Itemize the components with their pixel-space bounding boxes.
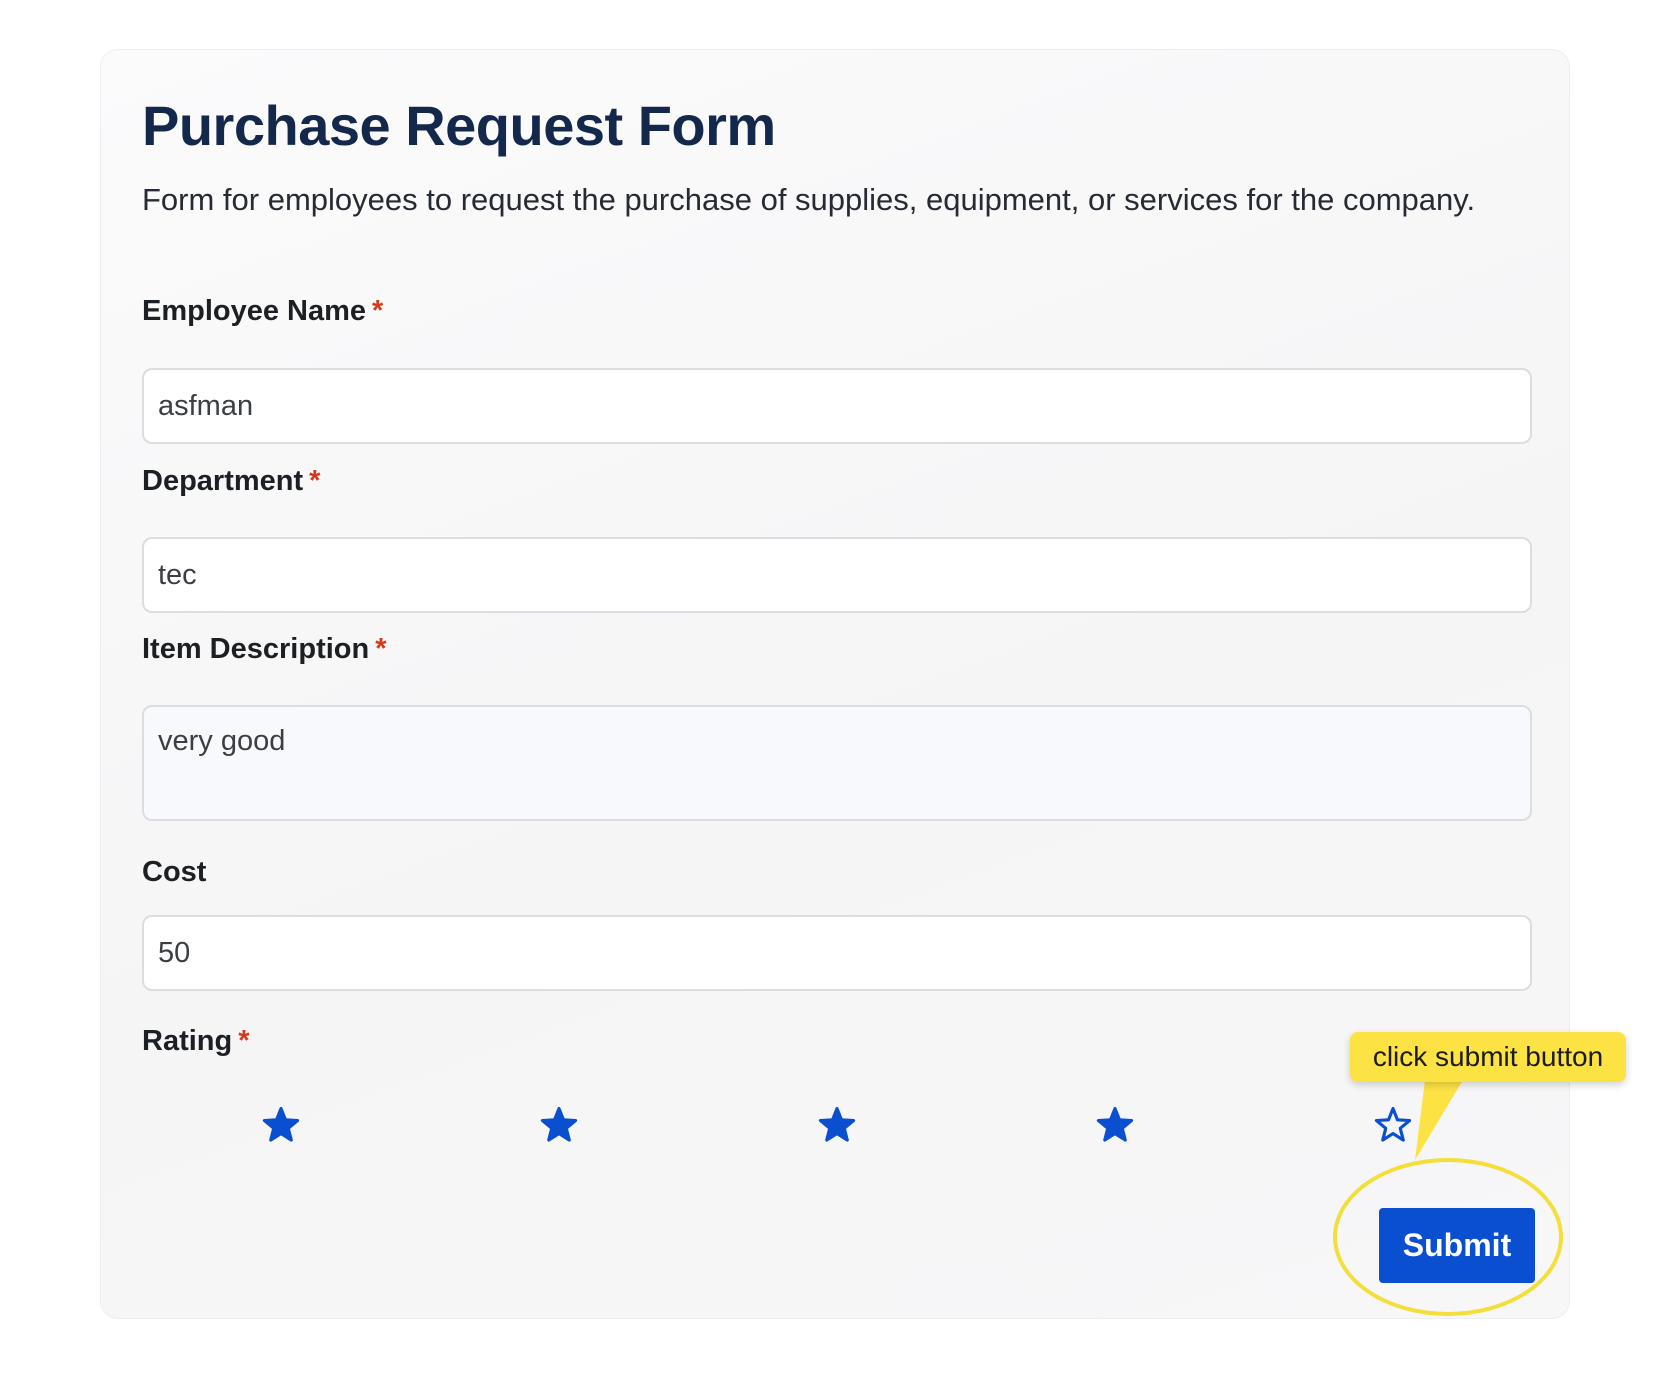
rating-stars: [142, 1100, 1532, 1150]
item-description-textarea[interactable]: very good: [142, 705, 1532, 821]
rating-star-3[interactable]: [698, 1100, 976, 1150]
employee-name-label: Employee Name *: [142, 292, 383, 330]
star-filled-icon: [1096, 1106, 1134, 1142]
department-label: Department *: [142, 462, 320, 500]
cost-label: Cost: [142, 853, 206, 891]
required-marker: *: [375, 633, 387, 665]
star-filled-icon: [818, 1106, 856, 1142]
employee-name-label-text: Employee Name: [142, 295, 367, 327]
annotation-callout: click submit button: [1350, 1032, 1626, 1082]
rating-star-4[interactable]: [976, 1100, 1254, 1150]
rating-label-text: Rating: [142, 1025, 233, 1057]
rating-star-1[interactable]: [142, 1100, 420, 1150]
required-marker: *: [309, 465, 321, 497]
item-description-label-text: Item Description: [142, 633, 370, 665]
rating-label: Rating *: [142, 1022, 250, 1060]
star-filled-icon: [262, 1106, 300, 1142]
submit-button[interactable]: Submit: [1379, 1208, 1535, 1283]
employee-name-input[interactable]: [142, 368, 1532, 444]
cost-input[interactable]: [142, 915, 1532, 991]
star-filled-icon: [540, 1106, 578, 1142]
department-label-text: Department: [142, 465, 304, 497]
cost-label-text: Cost: [142, 856, 207, 888]
required-marker: *: [238, 1025, 250, 1057]
rating-star-2[interactable]: [420, 1100, 698, 1150]
rating-star-5[interactable]: [1254, 1100, 1532, 1150]
form-description: Form for employees to request the purcha…: [142, 182, 1476, 217]
required-marker: *: [372, 295, 384, 327]
page-title: Purchase Request Form: [142, 94, 776, 157]
annotation-callout-text: click submit button: [1372, 1041, 1604, 1072]
item-description-label: Item Description *: [142, 630, 387, 668]
star-outline-icon: [1374, 1106, 1412, 1142]
department-input[interactable]: [142, 537, 1532, 613]
